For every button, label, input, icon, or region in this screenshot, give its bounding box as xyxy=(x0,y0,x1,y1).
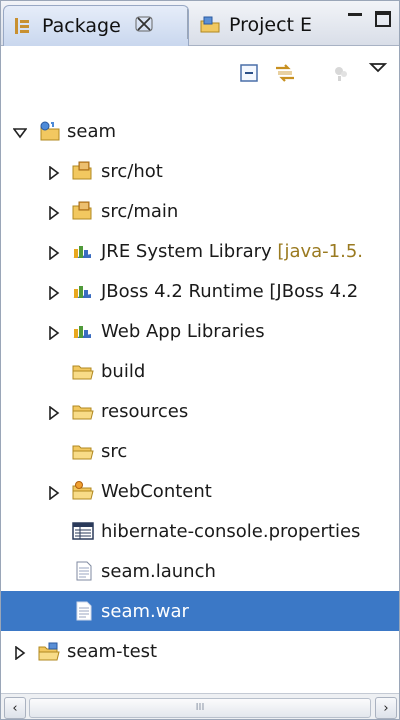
expanded-twisty-icon[interactable] xyxy=(12,124,28,139)
scrollbar-grip: III xyxy=(195,702,205,713)
tree-item-label: seam.launch xyxy=(101,560,216,582)
folder-icon xyxy=(71,360,95,382)
web-folder-icon xyxy=(71,480,95,502)
scrollbar-thumb[interactable]: III xyxy=(29,698,371,718)
tree-item-build[interactable]: build xyxy=(1,351,399,391)
tree-item-label: WebContent xyxy=(101,480,212,502)
tree-item-label: src xyxy=(101,440,128,462)
tree-item-src-main[interactable]: src/main xyxy=(1,191,399,231)
collapsed-twisty-icon[interactable] xyxy=(13,644,27,661)
tree-item-label: resources xyxy=(101,400,189,422)
file-icon xyxy=(73,560,97,582)
tab-package-explorer[interactable]: Package xyxy=(3,5,189,46)
close-tab-icon[interactable] xyxy=(135,16,153,37)
tree-item-seam-launch[interactable]: seam.launch xyxy=(1,551,399,591)
tree-item-src-hot[interactable]: src/hot xyxy=(1,151,399,191)
filters-icon[interactable] xyxy=(329,62,353,84)
horizontal-scrollbar[interactable]: ‹ III › xyxy=(1,693,399,719)
scroll-left-button[interactable]: ‹ xyxy=(4,697,26,719)
library-decoration: [java-1.5. xyxy=(277,240,364,262)
tree-item-seam[interactable]: seam xyxy=(1,111,399,151)
tree-item-hibernate-console-properties[interactable]: hibernate-console.properties xyxy=(1,511,399,551)
collapsed-twisty-icon[interactable] xyxy=(47,484,61,501)
package-explorer-icon xyxy=(12,16,36,36)
tab-project-explorer-label: Project E xyxy=(229,14,313,36)
view-toolbar xyxy=(1,46,399,98)
java-project-icon xyxy=(37,640,61,662)
chevron-right-icon: › xyxy=(383,700,389,716)
tab-package-explorer-label: Package xyxy=(42,15,121,37)
tree-item-src[interactable]: src xyxy=(1,431,399,471)
tree-item-jboss-runtime[interactable]: JBoss 4.2 Runtime [JBoss 4.2 xyxy=(1,271,399,311)
library-icon xyxy=(71,240,95,262)
minimize-view-icon[interactable] xyxy=(345,9,365,29)
collapsed-twisty-icon[interactable] xyxy=(47,284,61,301)
project-tree: seam src/hot src/main JRE System Library… xyxy=(1,101,399,693)
folder-icon xyxy=(71,440,95,462)
library-icon xyxy=(71,280,95,302)
collapsed-twisty-icon[interactable] xyxy=(47,164,61,181)
folder-icon xyxy=(71,400,95,422)
collapsed-twisty-icon[interactable] xyxy=(47,204,61,221)
tree-item-label: src/main xyxy=(101,200,179,222)
source-folder-icon xyxy=(71,200,95,222)
tab-project-explorer[interactable]: Project E xyxy=(191,5,341,45)
properties-file-icon xyxy=(71,520,95,542)
maximize-view-icon[interactable] xyxy=(373,9,393,29)
tree-item-label: JBoss 4.2 Runtime [JBoss 4.2 xyxy=(101,280,359,302)
tree-item-label: JRE System Library [java-1.5. xyxy=(101,241,363,262)
tree-item-webcontent[interactable]: WebContent xyxy=(1,471,399,511)
tree-item-label: Web App Libraries xyxy=(101,320,265,342)
tree-item-label: seam-test xyxy=(67,640,158,662)
collapsed-twisty-icon[interactable] xyxy=(47,404,61,421)
collapsed-twisty-icon[interactable] xyxy=(47,244,61,261)
tree-item-label: build xyxy=(101,360,146,382)
tree-item-label: src/hot xyxy=(101,160,163,182)
tree-item-label: seam.war xyxy=(101,600,189,622)
tree-item-seam-war[interactable]: seam.war xyxy=(1,591,399,631)
view-tab-bar: Package Project E xyxy=(1,1,399,46)
source-folder-icon xyxy=(71,160,95,182)
library-icon xyxy=(71,320,95,342)
package-explorer-view: Package Project E seam src/hot src/main … xyxy=(0,0,400,720)
tree-item-jre-system-library[interactable]: JRE System Library [java-1.5. xyxy=(1,231,399,271)
collapse-all-icon[interactable] xyxy=(237,62,261,84)
tree-item-label: hibernate-console.properties xyxy=(101,520,361,542)
scroll-right-button[interactable]: › xyxy=(375,697,397,719)
tab-separator xyxy=(187,9,188,39)
collapsed-twisty-icon[interactable] xyxy=(47,324,61,341)
java-project-icon xyxy=(37,120,61,142)
tree-item-web-app-libraries[interactable]: Web App Libraries xyxy=(1,311,399,351)
chevron-left-icon: ‹ xyxy=(12,700,18,716)
tree-item-seam-test[interactable]: seam-test xyxy=(1,631,399,671)
link-with-editor-icon[interactable] xyxy=(273,62,297,84)
library-name: JRE System Library xyxy=(101,240,278,262)
tree-item-resources[interactable]: resources xyxy=(1,391,399,431)
project-explorer-icon xyxy=(199,15,223,35)
view-menu-icon[interactable] xyxy=(367,60,391,82)
tree-item-label: seam xyxy=(67,120,117,142)
file-icon xyxy=(73,600,97,622)
